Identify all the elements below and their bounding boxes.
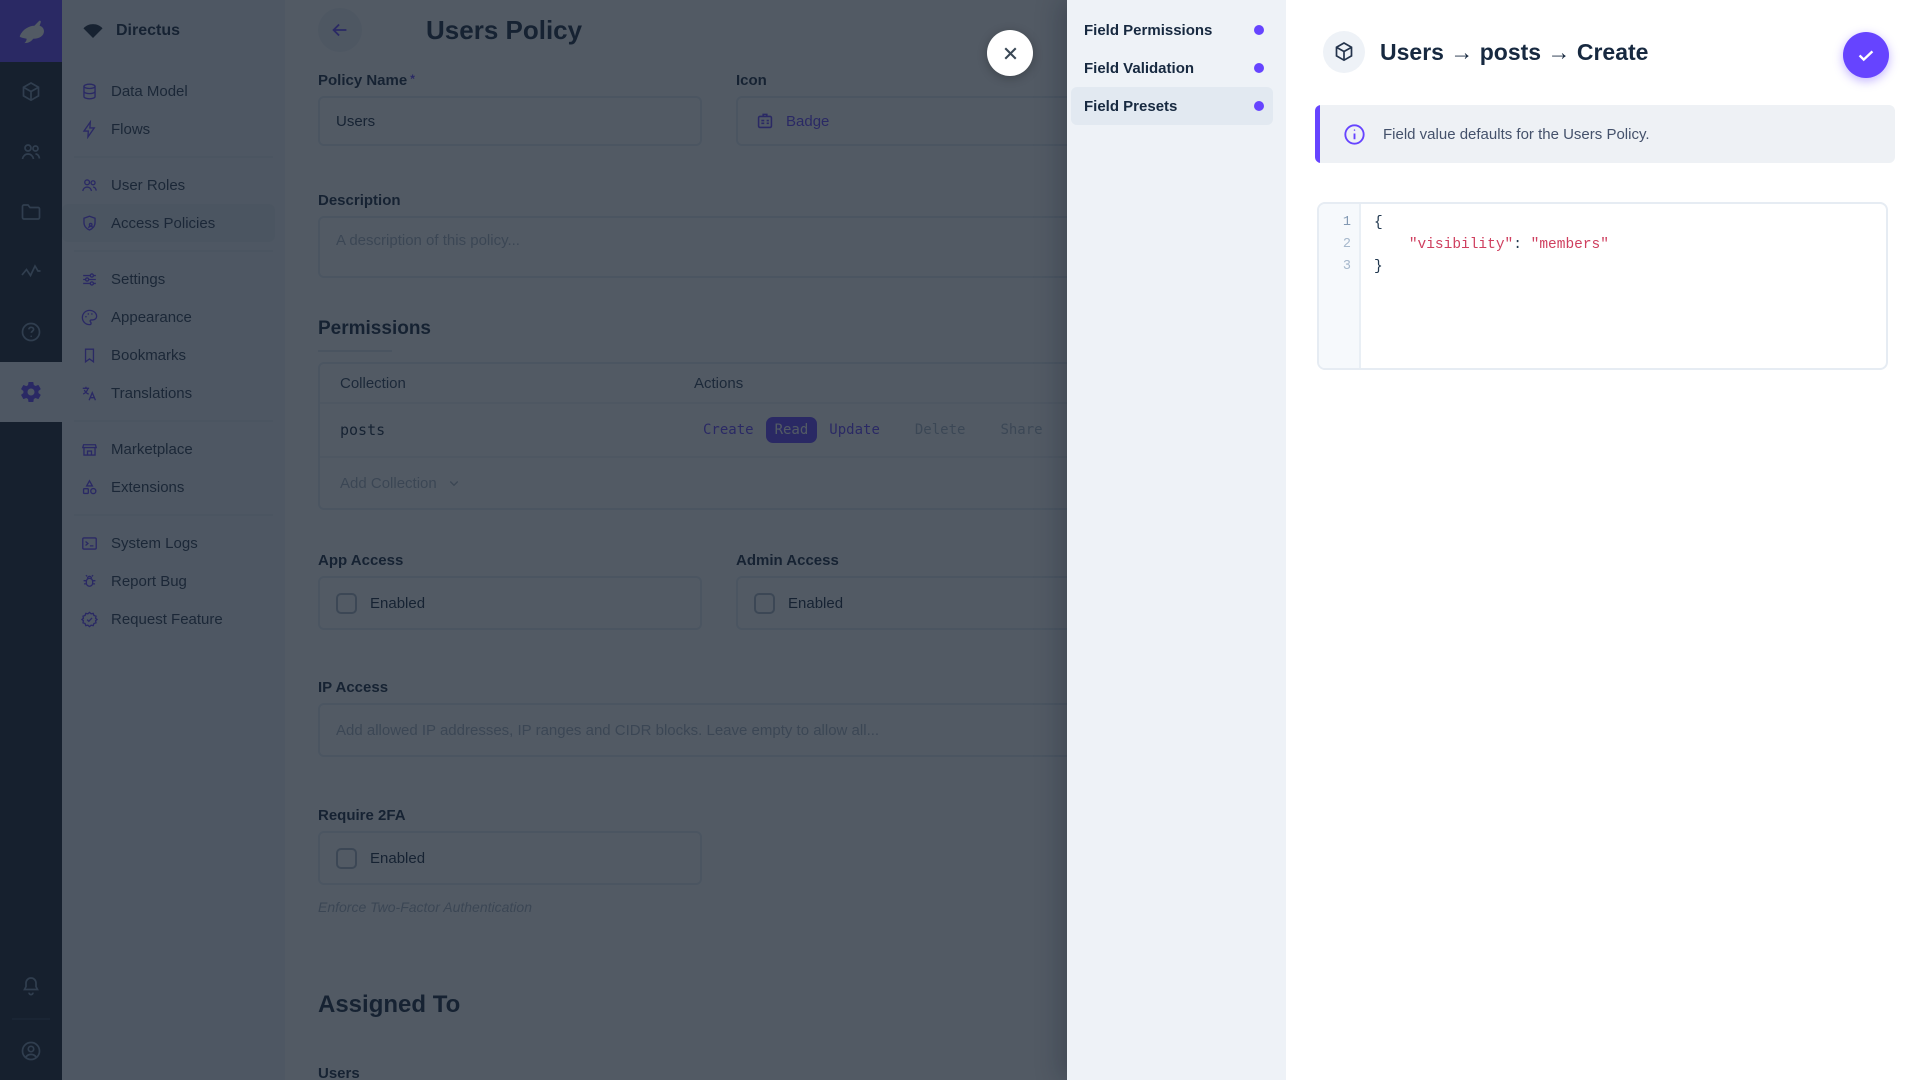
drawer-title: Users → posts → Create: [1380, 39, 1648, 66]
edited-dot-icon: [1254, 101, 1264, 111]
info-banner: Field value defaults for the Users Polic…: [1315, 105, 1895, 163]
drawer-main: Users → posts → Create Field value defau…: [1286, 0, 1920, 1080]
edited-dot-icon: [1254, 63, 1264, 73]
tab-field-presets[interactable]: Field Presets: [1071, 87, 1273, 125]
save-button[interactable]: [1843, 32, 1889, 78]
field-presets-drawer: Field Permissions Field Validation Field…: [1067, 0, 1920, 1080]
code-gutter: 1 2 3: [1319, 204, 1361, 368]
check-icon: [1855, 44, 1877, 66]
code-content[interactable]: { "visibility": "members" }: [1361, 204, 1609, 368]
drawer-header: Users → posts → Create: [1286, 0, 1920, 73]
tab-field-validation[interactable]: Field Validation: [1071, 49, 1273, 87]
box-icon: [1323, 31, 1365, 73]
tab-field-permissions[interactable]: Field Permissions: [1071, 11, 1273, 49]
info-icon: [1342, 122, 1367, 147]
info-banner-text: Field value defaults for the Users Polic…: [1383, 126, 1650, 143]
edited-dot-icon: [1254, 25, 1264, 35]
presets-code-editor[interactable]: 1 2 3 { "visibility": "members" }: [1317, 202, 1888, 370]
drawer-close-button[interactable]: [987, 30, 1033, 76]
drawer-nav: Field Permissions Field Validation Field…: [1067, 0, 1286, 1080]
close-icon: [1000, 43, 1021, 64]
